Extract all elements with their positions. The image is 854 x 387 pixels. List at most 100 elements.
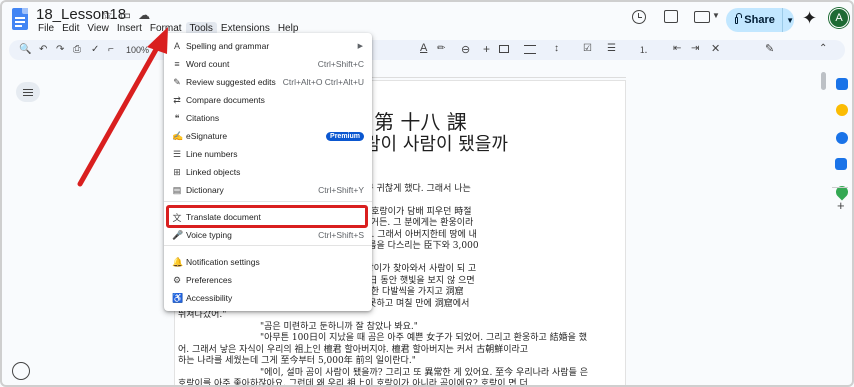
menu-item-esignature[interactable]: ✍ eSignature Premium — [164, 127, 372, 145]
menu-item-dictionary[interactable]: ▤ Dictionary Ctrl+Shift+Y — [164, 181, 372, 199]
doc-line: 하는 나라를 세웠는데 그게 至今부터 5,000年 前의 일이란다." — [178, 356, 416, 366]
tools-menu: A Spelling and grammar ▶ ≡ Word count Ctrl+Sh… — [164, 33, 372, 311]
notification-settings-icon: 🔔 — [172, 256, 184, 267]
menu-item-label: Spelling and grammar — [186, 41, 270, 51]
meet-dropdown-icon[interactable]: ▼ — [712, 11, 720, 20]
hide-menus-icon[interactable]: ⌃ — [819, 43, 827, 54]
calendar-icon[interactable] — [836, 78, 848, 90]
outline-icon — [23, 88, 33, 96]
menu-item-label: Review suggested edits — [186, 77, 276, 87]
menu-item-notification-settings[interactable]: 🔔 Notification settings — [164, 253, 372, 271]
scrollbar[interactable] — [821, 72, 826, 90]
menu-item-accessibility[interactable]: ♿ Accessibility — [164, 289, 372, 307]
menu-item-label: Dictionary — [186, 185, 224, 195]
linked-objects-icon: ⊞ — [173, 166, 181, 177]
get-addons-icon[interactable]: + — [837, 198, 845, 213]
menu-item-word-count[interactable]: ≡ Word count Ctrl+Shift+C — [164, 55, 372, 73]
insert-comment-icon[interactable]: + — [483, 42, 490, 56]
paint-format-icon[interactable]: ⌐ — [108, 44, 114, 55]
menu-item-compare-documents[interactable]: ⇄ Compare documents — [164, 91, 372, 109]
compare-documents-icon: ⇄ — [173, 94, 181, 105]
menu-item-shortcut: Ctrl+Shift+S — [318, 230, 364, 240]
insert-image-icon[interactable] — [499, 45, 509, 53]
spelling-and-grammar-icon: A — [173, 41, 180, 51]
comments-icon[interactable] — [664, 10, 678, 23]
doc-line: 뛰쳐나갔어." — [178, 310, 227, 320]
accessibility-icon: ♿ — [172, 292, 184, 303]
checklist-icon[interactable]: ☑ — [583, 43, 592, 54]
menu-item-label: eSignature — [186, 131, 228, 141]
clear-formatting-icon[interactable]: ✕ — [711, 42, 720, 55]
side-divider — [832, 187, 848, 188]
menu-item-voice-typing[interactable]: 🎤 Voice typing Ctrl+Shift+S — [164, 226, 372, 244]
citations-icon: ❝ — [174, 112, 180, 123]
doc-subheading: 람이 사람이 됐을까 — [364, 134, 508, 155]
line-spacing-icon[interactable]: ↕ — [554, 43, 559, 54]
insert-link-icon[interactable]: ⊖ — [461, 43, 470, 56]
bulleted-list-icon[interactable]: ☰ — [607, 43, 616, 54]
star-icon[interactable]: ☆ — [102, 8, 113, 22]
annotation-highlight-box — [166, 205, 368, 228]
numbered-list-icon[interactable]: ⒈ — [639, 43, 648, 56]
menu-item-shortcut: Ctrl+Shift+C — [317, 59, 364, 69]
spellcheck-icon[interactable]: ✓ — [91, 44, 99, 55]
increase-indent-icon[interactable]: ⇥ — [691, 43, 699, 54]
dictionary-icon: ▤ — [172, 184, 182, 195]
doc-line: "에이, 설마 곰이 사람이 됐을까? 그리고 또 異常한 게 있어요. 至今 … — [260, 367, 588, 378]
review-suggested-edits-icon: ✎ — [173, 76, 181, 87]
meet-icon[interactable] — [694, 11, 710, 23]
word-count-icon: ≡ — [174, 59, 180, 69]
line-numbers-icon: ☰ — [172, 148, 182, 159]
title-bar: 18_Lesson18 ☆ ▭ ☁ File Edit View Insert … — [2, 2, 852, 38]
menu-item-label: Line numbers — [186, 149, 238, 159]
doc-line: "아무튼 100日이 지났을 때 곰은 아주 예쁜 女子가 되었어. 그리고 환… — [260, 333, 588, 343]
menu-item-label: Citations — [186, 113, 220, 123]
move-folder-icon[interactable]: ▭ — [120, 8, 131, 22]
menu-item-label: Compare documents — [186, 95, 265, 105]
contacts-icon[interactable] — [835, 158, 847, 170]
doc-line: 호랑이를 아주 좋아하잖아요. 그런데 왜 우리 祖上이 호랑이가 아니라 곰이… — [178, 379, 528, 387]
menu-item-shortcut: Ctrl+Shift+Y — [318, 185, 364, 195]
align-icon[interactable] — [524, 45, 536, 54]
search-menus-icon[interactable]: 🔍 — [19, 44, 31, 55]
keep-icon[interactable] — [836, 104, 848, 116]
menu-view[interactable]: View — [83, 22, 113, 35]
menu-item-line-numbers[interactable]: ☰ Line numbers — [164, 145, 372, 163]
share-button[interactable]: Share ▼ — [726, 8, 794, 32]
voice-typing-icon: 🎤 — [172, 229, 184, 240]
menu-item-linked-objects[interactable]: ⊞ Linked objects — [164, 163, 372, 181]
docs-logo-icon[interactable] — [12, 8, 28, 30]
undo-icon[interactable]: ↶ — [39, 44, 47, 55]
gemini-icon[interactable]: ✦ — [802, 8, 817, 29]
print-icon[interactable]: ⎙ — [73, 44, 81, 55]
editing-mode-icon[interactable]: ✎ — [765, 42, 774, 55]
menu-edit[interactable]: Edit — [58, 22, 83, 35]
menu-file[interactable]: File — [34, 22, 58, 35]
lock-icon — [735, 12, 743, 24]
document-outline-button[interactable] — [16, 82, 40, 102]
menu-insert[interactable]: Insert — [113, 22, 146, 35]
menu-item-spelling-and-grammar[interactable]: A Spelling and grammar ▶ — [164, 37, 372, 55]
doc-line: 어. 그래서 낳은 자식이 우리의 祖上인 檀君 할아버지야. 檀君 할아버지는… — [178, 344, 529, 355]
menu-item-preferences[interactable]: ⚙ Preferences — [164, 271, 372, 289]
menu-separator — [164, 201, 372, 202]
menu-item-label: Preferences — [186, 275, 232, 285]
esignature-icon: ✍ — [172, 130, 184, 141]
app-window: 18_Lesson18 ☆ ▭ ☁ File Edit View Insert … — [0, 0, 854, 387]
avatar[interactable]: A — [829, 8, 849, 28]
version-history-icon[interactable] — [632, 10, 646, 24]
tasks-icon[interactable] — [836, 132, 848, 144]
text-color-icon[interactable]: A — [420, 42, 427, 54]
cloud-status-icon[interactable]: ☁ — [138, 8, 150, 22]
menu-item-review-suggested-edits[interactable]: ✎ Review suggested edits Ctrl+Alt+O Ctrl+A… — [164, 73, 372, 91]
menu-separator — [164, 245, 372, 246]
title-icons: ☆ ▭ ☁ — [102, 8, 150, 22]
decrease-indent-icon[interactable]: ⇤ — [673, 43, 681, 54]
zoom-select[interactable]: 100% — [126, 45, 149, 55]
menu-item-label: Accessibility — [186, 293, 233, 303]
share-dropdown-icon[interactable]: ▼ — [786, 16, 794, 25]
highlight-color-icon[interactable]: ✏ — [437, 43, 445, 54]
redo-icon[interactable]: ↷ — [56, 44, 64, 55]
menu-item-citations[interactable]: ❝ Citations — [164, 109, 372, 127]
explore-icon[interactable] — [12, 362, 30, 380]
